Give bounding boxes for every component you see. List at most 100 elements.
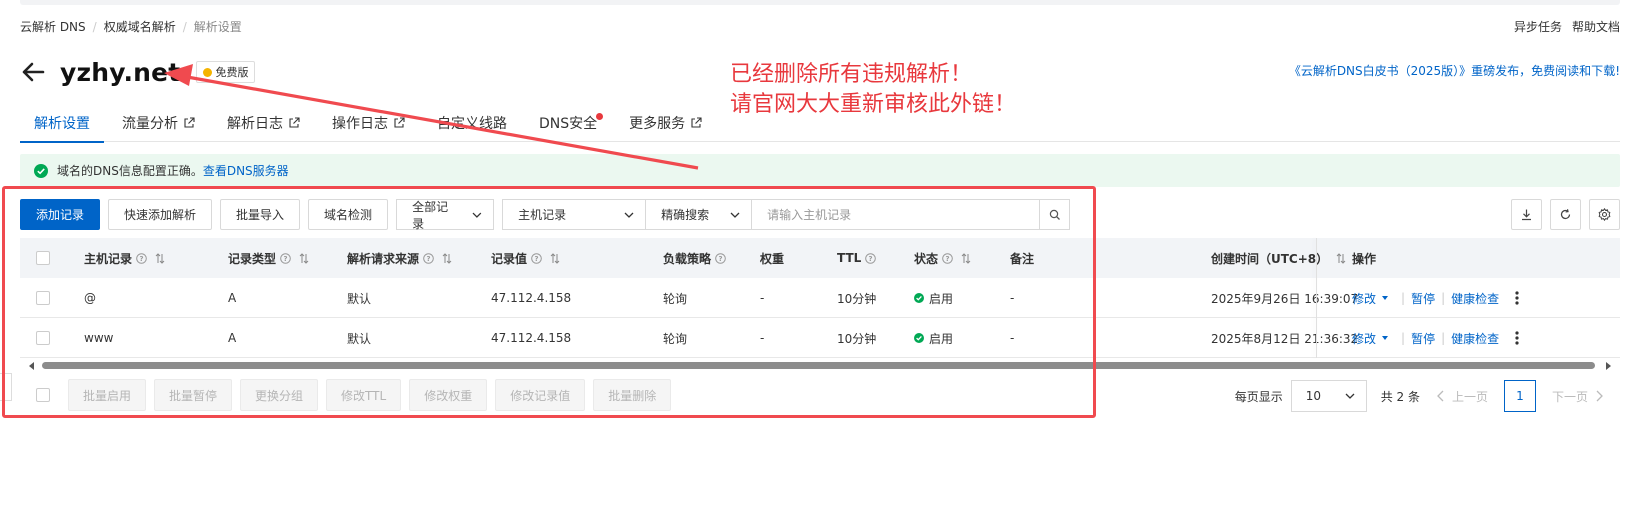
help-docs-link[interactable]: 帮助文档 [1572, 18, 1620, 35]
cell-ttl: 10分钟 [837, 291, 877, 306]
help-icon[interactable]: ? [531, 252, 542, 264]
sort-icon[interactable] [155, 252, 165, 264]
bulk-enable-button[interactable]: 批量启用 [68, 379, 147, 411]
help-icon[interactable]: ? [942, 252, 953, 264]
dns-status-alert: 域名的DNS信息配置正确。 查看DNS服务器 [20, 154, 1620, 187]
bulk-pause-button[interactable]: 批量暂停 [154, 379, 233, 411]
tab-dns-security[interactable]: DNS安全 [525, 104, 611, 142]
tab-more-services[interactable]: 更多服务 [615, 104, 716, 142]
more-vertical-icon[interactable] [1515, 291, 1519, 305]
export-button[interactable] [1511, 199, 1542, 230]
notification-dot [596, 113, 604, 120]
next-page-button[interactable]: 下一页 [1552, 388, 1604, 405]
svg-text:?: ? [718, 255, 722, 263]
cell-status: 启用 [914, 318, 953, 358]
help-icon[interactable]: ? [280, 252, 291, 264]
tab-dns-settings[interactable]: 解析设置 [20, 104, 104, 143]
row-checkbox[interactable] [36, 331, 50, 345]
settings-button[interactable] [1589, 199, 1620, 230]
modify-ttl-button[interactable]: 修改TTL [326, 379, 402, 411]
chevron-right-icon [1596, 390, 1603, 402]
external-link-icon [289, 117, 300, 128]
more-vertical-icon[interactable] [1515, 331, 1519, 345]
col-label: 状态 [914, 251, 939, 266]
cell-created: 2025年9月26日 16:39:07 [1211, 291, 1359, 306]
edition-badge: 免费版 [196, 61, 256, 83]
async-tasks-link[interactable]: 异步任务 [1514, 18, 1562, 35]
gear-icon [1598, 208, 1611, 221]
caret-down-icon[interactable] [1381, 334, 1389, 342]
chevron-down-icon [624, 212, 634, 218]
download-icon [1522, 209, 1531, 221]
tab-operation-log[interactable]: 操作日志 [318, 104, 419, 142]
edit-link[interactable]: 修改 [1352, 290, 1376, 307]
view-dns-servers-link[interactable]: 查看DNS服务器 [203, 162, 289, 179]
page-size-select[interactable]: 10 [1290, 380, 1367, 412]
top-bar [20, 0, 1620, 5]
col-value: 记录值? [491, 238, 560, 278]
pause-link[interactable]: 暂停 [1411, 330, 1435, 347]
sort-icon[interactable] [550, 252, 560, 264]
search-icon [1049, 209, 1060, 220]
help-icon[interactable]: ? [423, 252, 434, 264]
tab-traffic-analysis[interactable]: 流量分析 [108, 104, 209, 142]
search-button[interactable] [1040, 199, 1071, 230]
sort-icon[interactable] [299, 252, 309, 264]
add-record-button[interactable]: 添加记录 [20, 199, 101, 230]
record-filter-select[interactable]: 全部记录 [396, 199, 495, 231]
current-page[interactable]: 1 [1503, 380, 1536, 412]
scroll-left-icon[interactable] [28, 362, 36, 370]
cell-source: 默认 [347, 291, 372, 306]
cell-value: 47.112.4.158 [491, 291, 572, 305]
horizontal-scrollbar[interactable] [20, 361, 1620, 370]
bulk-import-button[interactable]: 批量导入 [220, 199, 301, 230]
cell-ttl: 10分钟 [837, 331, 877, 346]
sort-icon[interactable] [961, 252, 971, 264]
breadcrumb-authoritative[interactable]: 权威域名解析 [104, 18, 176, 35]
external-link-icon [184, 117, 195, 128]
caret-down-icon[interactable] [1381, 294, 1389, 302]
scrollbar-thumb[interactable] [42, 362, 1595, 369]
breadcrumb-dns[interactable]: 云解析 DNS [20, 18, 86, 35]
breadcrumb: 云解析 DNS / 权威域名解析 / 解析设置 [20, 18, 242, 35]
col-label: 解析请求来源 [347, 251, 420, 266]
change-group-button[interactable]: 更换分组 [240, 379, 319, 411]
search-field-select[interactable]: 主机记录 [502, 199, 647, 230]
help-icon[interactable]: ? [865, 252, 877, 264]
pause-link[interactable]: 暂停 [1411, 290, 1435, 307]
edit-link[interactable]: 修改 [1352, 330, 1376, 347]
refresh-button[interactable] [1550, 199, 1581, 230]
prev-page-button[interactable]: 上一页 [1436, 388, 1488, 405]
col-type: 记录类型? [228, 238, 309, 278]
search-input[interactable]: 请输入主机记录 [752, 199, 1041, 230]
back-arrow-icon[interactable] [20, 59, 46, 85]
tab-label: 解析日志 [227, 116, 283, 132]
external-link-icon [394, 117, 405, 128]
modify-weight-button[interactable]: 修改权重 [409, 379, 488, 411]
domain-check-button[interactable]: 域名检测 [308, 199, 389, 230]
whitepaper-link[interactable]: 《云解析DNS白皮书（2025版）》重磅发布，免费阅读和下载! [1289, 62, 1620, 79]
row-checkbox-cell [36, 278, 50, 318]
modify-value-button[interactable]: 修改记录值 [495, 379, 586, 411]
health-check-link[interactable]: 健康检查 [1451, 330, 1499, 347]
pagination: 每页显示 10 共 2 条 上一页 1 下一页 [1235, 380, 1620, 412]
col-label: 记录值 [491, 251, 528, 266]
status-label: 启用 [929, 331, 954, 346]
select-all-checkbox[interactable] [36, 251, 50, 265]
health-check-link[interactable]: 健康检查 [1451, 290, 1499, 307]
bulk-select-checkbox[interactable] [36, 388, 50, 402]
sort-icon[interactable] [442, 252, 452, 264]
tab-custom-lines[interactable]: 自定义线路 [423, 104, 521, 142]
bulk-delete-button[interactable]: 批量删除 [593, 379, 672, 411]
row-checkbox[interactable] [36, 291, 50, 305]
scroll-right-icon[interactable] [1604, 362, 1612, 370]
help-icon[interactable]: ? [136, 252, 147, 264]
sort-icon[interactable] [1336, 252, 1346, 264]
col-label: 创建时间（UTC+8） [1211, 251, 1329, 266]
match-mode-select[interactable]: 精确搜索 [646, 199, 753, 230]
quick-add-button[interactable]: 快速添加解析 [108, 199, 213, 230]
side-collapse-handle[interactable] [0, 373, 12, 401]
help-icon[interactable]: ? [715, 252, 726, 264]
cell-ops: 修改 | 暂停 | 健康检查 [1352, 278, 1519, 318]
tab-resolve-log[interactable]: 解析日志 [213, 104, 314, 142]
